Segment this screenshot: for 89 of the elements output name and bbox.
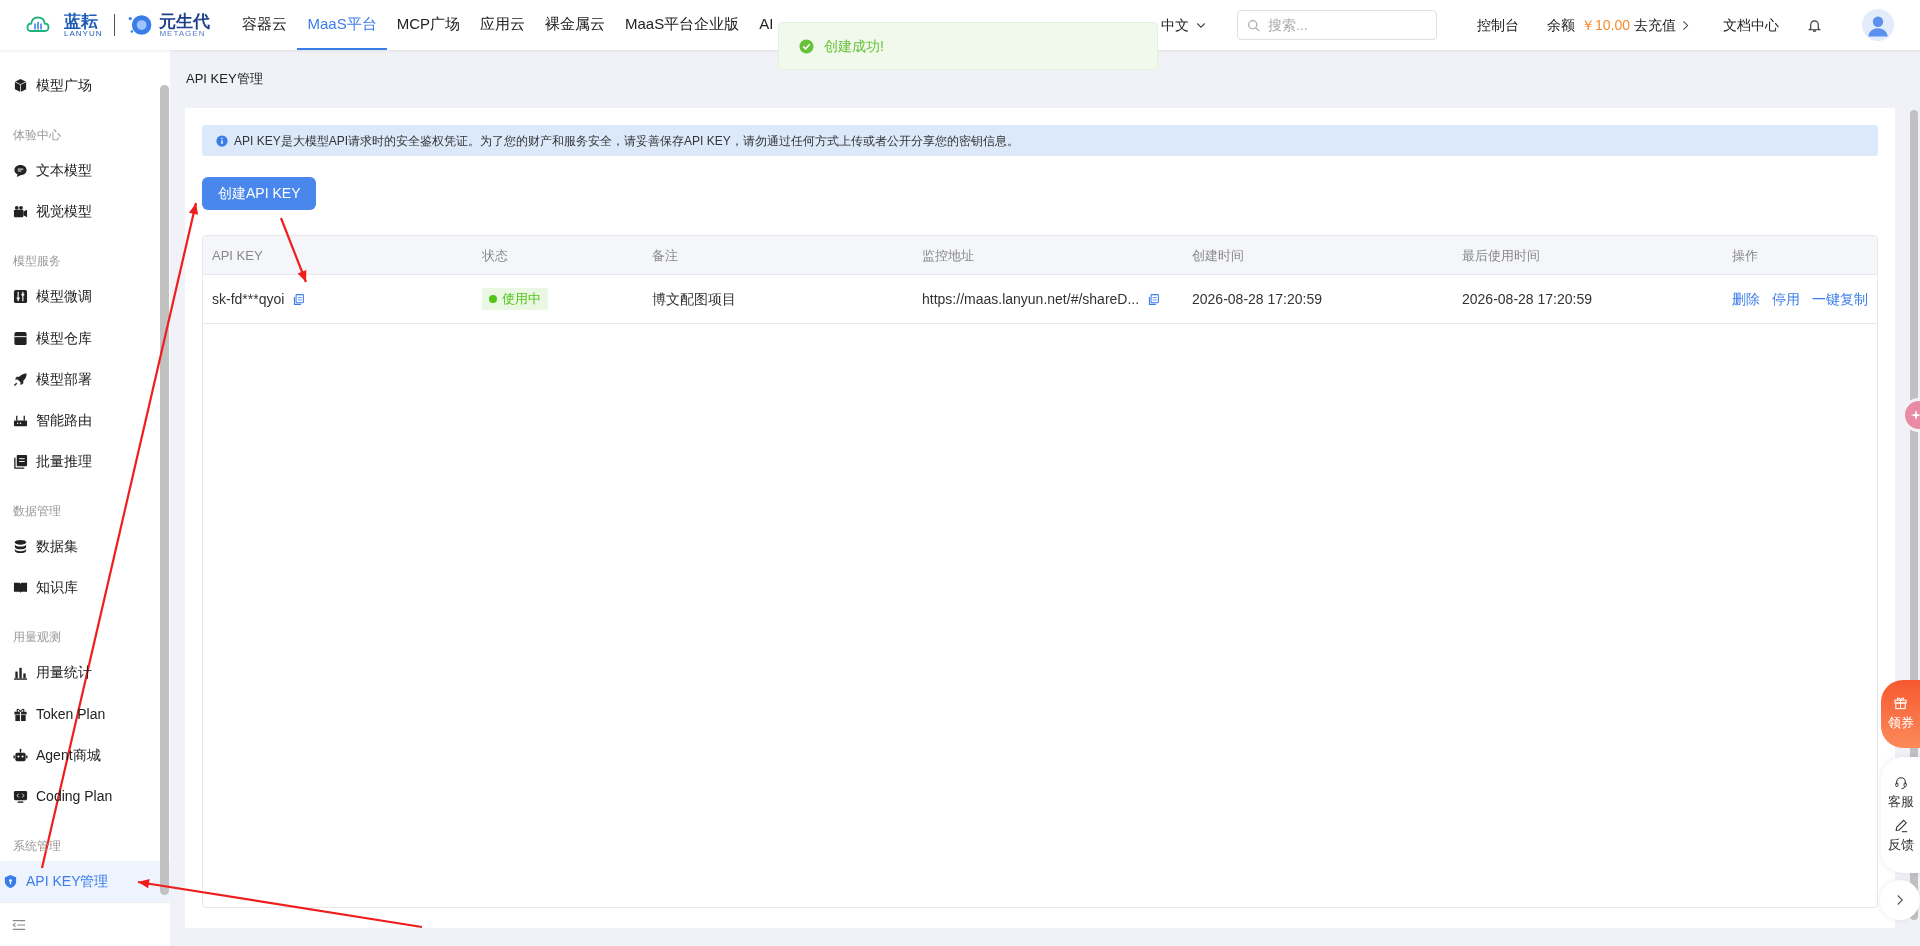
sidebar-item[interactable]: 模型广场 bbox=[10, 65, 160, 107]
docs-link[interactable]: 文档中心 bbox=[1723, 14, 1779, 36]
headset-icon bbox=[1893, 775, 1908, 790]
shield-icon bbox=[3, 874, 18, 890]
section-label: 模型服务 bbox=[13, 254, 61, 269]
table-cell: 2026-08-28 17:20:59 bbox=[1462, 290, 1592, 307]
feedback-button[interactable]: 反馈 bbox=[1887, 819, 1914, 855]
search-field[interactable]: 搜索... bbox=[1236, 10, 1437, 40]
code-monitor-icon bbox=[13, 788, 28, 804]
sidebar-item[interactable]: 模型仓库 bbox=[10, 317, 160, 359]
chat-bubble-icon bbox=[13, 163, 28, 179]
table-cell: 2026-08-28 17:20:59 bbox=[1192, 290, 1322, 307]
table-cell-text: https://maas.lanyun.net/#/shareD... bbox=[922, 289, 1140, 309]
sidebar-item[interactable]: 文本模型 bbox=[10, 150, 160, 192]
sparkle-icon bbox=[1910, 409, 1920, 421]
brand-name: 元生代 bbox=[159, 12, 211, 30]
database-icon bbox=[13, 539, 28, 555]
cube-icon bbox=[13, 78, 28, 94]
sidebar-item[interactable]: 智能路由 bbox=[10, 399, 160, 441]
sidebar-item[interactable]: Token Plan bbox=[10, 693, 160, 735]
robot-icon bbox=[13, 747, 28, 763]
create-api-key-button[interactable]: 创建API KEY bbox=[202, 177, 317, 210]
copy-icon bbox=[1147, 292, 1161, 306]
check-circle-icon bbox=[799, 38, 814, 54]
section-label: 体验中心 bbox=[13, 128, 61, 143]
sliders-icon bbox=[13, 289, 28, 305]
status-tag: 使用中 bbox=[482, 288, 548, 310]
language-select[interactable]: 中文 bbox=[1160, 14, 1207, 36]
brand-subtitle: LANYUN bbox=[64, 29, 103, 38]
documents-icon bbox=[13, 454, 28, 470]
copy-button[interactable] bbox=[1147, 292, 1161, 306]
sidebar-item[interactable]: 知识库 bbox=[10, 567, 160, 609]
pencil-icon bbox=[1893, 819, 1908, 833]
action-link[interactable]: 删除 bbox=[1732, 288, 1760, 310]
scrollbar-thumb[interactable] bbox=[160, 85, 169, 895]
alert-text: API KEY是大模型API请求时的安全鉴权凭证。为了您的财产和服务安全，请妥善保存API KEY，请勿通过任何方式上传或者公开分享您的密钥信息。 bbox=[234, 132, 1019, 150]
balance-label: 余额 bbox=[1546, 15, 1575, 35]
column-header: 监控地址 bbox=[922, 248, 974, 263]
video-camera-icon bbox=[13, 204, 28, 220]
collapse-button[interactable] bbox=[12, 917, 26, 932]
column-header: 操作 bbox=[1732, 248, 1758, 263]
nav-tab[interactable]: 裸金属云 bbox=[535, 0, 615, 50]
recharge-link[interactable]: 去充值 bbox=[1634, 14, 1691, 36]
customer-service-button[interactable]: 客服 bbox=[1887, 775, 1914, 811]
nav-tab[interactable]: 容器云 bbox=[232, 0, 298, 50]
toast-message: 创建成功! bbox=[824, 36, 884, 56]
brand-name: 蓝耘 bbox=[64, 12, 98, 30]
avatar-button[interactable] bbox=[1862, 9, 1894, 41]
copy-button[interactable] bbox=[292, 292, 306, 306]
table-cell: 博文配图项目 bbox=[652, 290, 736, 307]
column-header: 创建时间 bbox=[1192, 248, 1244, 263]
globe-logo-icon bbox=[127, 12, 154, 38]
nav-tab[interactable]: 应用云 bbox=[470, 0, 535, 50]
section-label: 数据管理 bbox=[13, 504, 61, 519]
bar-chart-icon bbox=[13, 665, 28, 681]
notification-button[interactable] bbox=[1807, 17, 1822, 33]
brand-subtitle: METAGEN bbox=[159, 29, 206, 38]
nav-tab[interactable]: MCP广场 bbox=[386, 0, 470, 50]
box-icon bbox=[13, 330, 28, 346]
balance-amount: ￥10.00 bbox=[1580, 15, 1630, 35]
search-icon bbox=[1246, 19, 1260, 32]
action-link[interactable]: 停用 bbox=[1772, 288, 1800, 310]
column-header: 备注 bbox=[652, 248, 678, 263]
nav-tab[interactable]: MaaS平台 bbox=[297, 0, 387, 50]
sidebar-item[interactable]: 数据集 bbox=[10, 526, 160, 568]
copy-icon bbox=[292, 292, 306, 306]
column-header: 最后使用时间 bbox=[1462, 248, 1540, 263]
gift-icon bbox=[13, 706, 28, 722]
gift-icon bbox=[1893, 695, 1908, 711]
annotation-arrow bbox=[279, 217, 308, 283]
collapse-menu-icon bbox=[12, 917, 26, 932]
rocket-icon bbox=[13, 371, 28, 387]
info-icon bbox=[216, 134, 228, 147]
sidebar-item[interactable]: 模型微调 bbox=[10, 276, 160, 318]
nav-tab[interactable]: MaaS平台企业版 bbox=[615, 0, 750, 50]
sidebar-item[interactable]: 模型部署 bbox=[10, 358, 160, 400]
column-header: API KEY bbox=[212, 248, 263, 263]
section-label: 用量观测 bbox=[13, 630, 61, 645]
action-link[interactable]: 一键复制 bbox=[1812, 288, 1868, 310]
breadcrumb: API KEY管理 bbox=[185, 70, 264, 89]
book-icon bbox=[13, 580, 28, 596]
bell-icon bbox=[1807, 17, 1822, 33]
column-header: 状态 bbox=[482, 248, 508, 263]
console-link[interactable]: 控制台 bbox=[1476, 14, 1519, 36]
table-cell-text: sk-fd***qyoi bbox=[212, 289, 285, 309]
chevron-right-icon bbox=[1680, 19, 1691, 31]
sidebar-item[interactable]: 视觉模型 bbox=[10, 191, 160, 233]
sidebar-item[interactable]: API KEY管理 bbox=[0, 860, 170, 902]
sidebar-item[interactable]: 批量推理 bbox=[10, 441, 160, 483]
